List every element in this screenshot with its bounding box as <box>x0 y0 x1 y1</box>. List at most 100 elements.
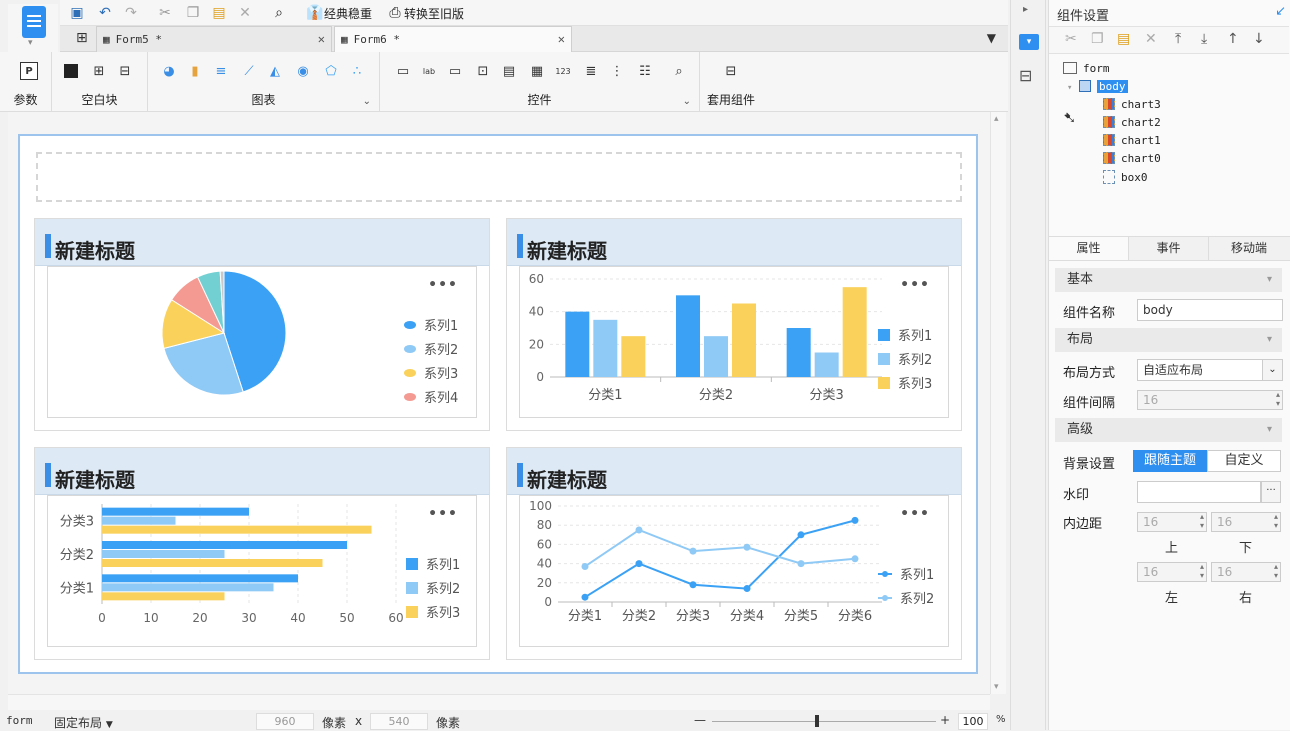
close-icon[interactable]: ✕ <box>558 32 565 46</box>
close-icon[interactable]: ✕ <box>1145 31 1157 47</box>
redo-button[interactable]: ↷ <box>122 3 140 23</box>
more-icon[interactable]: ••• <box>428 506 458 522</box>
chart2-panel[interactable]: 新建标题 ••• 0 10 20 30 40 50 60 分类1 分类2 分类3 系列1 系列2 系列3 <box>34 447 490 660</box>
grid-icon[interactable]: ⊞ <box>76 30 88 46</box>
tree-node-chart1[interactable]: chart1 <box>1103 134 1161 147</box>
move-top-icon[interactable]: ⤒ <box>1175 31 1181 47</box>
template-icon[interactable]: ⊟ <box>722 62 740 80</box>
watermark-input[interactable] <box>1137 481 1261 503</box>
width-input[interactable]: 960 <box>256 713 314 730</box>
advanced-section[interactable]: 高级 ▾ <box>1055 418 1282 442</box>
gap-input[interactable]: 16 <box>1137 390 1283 410</box>
number-icon[interactable]: 123 <box>554 62 572 80</box>
padding-top-input[interactable]: 16 <box>1137 512 1207 532</box>
chart1-panel[interactable]: 新建标题 ••• 0 20 40 60 分类1 分类2 分类3 系列1 系列2 系列3 <box>506 218 962 431</box>
padding-bottom-input[interactable]: 16 <box>1211 512 1281 532</box>
tab-form5[interactable]: ▦ Form5 * ✕ <box>96 26 332 52</box>
cut-button[interactable]: ✂ <box>156 3 174 23</box>
more-icon[interactable]: ··· <box>1261 481 1281 503</box>
layout-mode-select[interactable]: 自适应布局 ⌄ <box>1137 359 1283 381</box>
chart0-panel[interactable]: 新建标题 ••• 系列1 系列2 系列3 系列4 <box>34 218 490 431</box>
layout-panel-icon[interactable]: ⊟ <box>1019 66 1032 85</box>
bar-chart-icon[interactable]: ▮ <box>186 62 204 80</box>
line-chart-icon[interactable]: ⟋ <box>240 62 258 80</box>
tree-node-chart0[interactable]: chart0 <box>1103 152 1161 165</box>
radio-group-icon[interactable]: ⋮ <box>608 62 626 80</box>
undo-button[interactable]: ↶ <box>96 3 114 23</box>
chevron-down-icon[interactable]: ▾ <box>994 682 999 692</box>
paste-button[interactable]: ▤ <box>210 3 228 23</box>
padding-right-input[interactable]: 16 <box>1211 562 1281 582</box>
name-input[interactable]: body <box>1137 299 1283 321</box>
tab-menu-icon[interactable]: ▼ <box>987 31 996 45</box>
move-up-icon[interactable]: ↑ <box>1227 31 1239 47</box>
app-menu-button[interactable]: ▾ <box>8 4 58 54</box>
absolute-block-icon[interactable] <box>64 64 78 78</box>
settings-panel-icon[interactable]: ▾ <box>1019 34 1039 50</box>
gauge-chart-icon[interactable]: ◉ <box>294 62 312 80</box>
bg-custom-button[interactable]: 自定义 <box>1207 450 1281 472</box>
tree-node-chart2[interactable]: chart2 <box>1103 116 1161 129</box>
copy-button[interactable]: ❐ <box>184 3 202 23</box>
param-icon[interactable]: P <box>20 62 38 80</box>
tree-node-box0[interactable]: box0 <box>1103 170 1148 184</box>
horizontal-scrollbar[interactable] <box>8 694 990 710</box>
more-icon[interactable]: ••• <box>900 506 930 522</box>
preview-button[interactable]: ⌕ <box>270 3 288 23</box>
label-icon[interactable]: lab <box>420 62 438 80</box>
split-block-icon[interactable]: ⊞ <box>90 62 108 80</box>
textbox-icon[interactable]: ▭ <box>394 62 412 80</box>
zoom-in-button[interactable]: + <box>940 713 950 727</box>
paste-icon[interactable]: ▤ <box>1117 31 1130 47</box>
cut-icon[interactable]: ✂ <box>1065 31 1077 47</box>
zoom-input[interactable]: 100 <box>958 713 988 730</box>
save-button[interactable]: ▣ <box>68 3 86 23</box>
tree-node-chart3[interactable]: chart3 <box>1103 98 1161 111</box>
radar-chart-icon[interactable]: ⬠ <box>322 62 340 80</box>
collapse-icon[interactable]: ▸ <box>1023 4 1028 15</box>
move-down-icon[interactable]: ↓ <box>1253 31 1265 47</box>
search-icon[interactable]: ⌕ <box>670 62 688 80</box>
chevron-down-icon[interactable]: ⌄ <box>683 96 691 107</box>
zoom-slider-handle[interactable] <box>815 715 819 727</box>
hbar-chart-icon[interactable]: ≡ <box>212 62 230 80</box>
more-icon[interactable]: ••• <box>900 277 930 293</box>
checkbox-group-icon[interactable]: ☷ <box>636 62 654 80</box>
close-icon[interactable]: ✕ <box>318 32 325 46</box>
chevron-down-icon[interactable]: ⌄ <box>363 96 371 107</box>
vertical-scrollbar[interactable]: ▴ ▾ <box>990 112 1006 694</box>
tree-node-form[interactable]: form <box>1063 62 1110 75</box>
area-chart-icon[interactable]: ◭ <box>266 62 284 80</box>
basic-section[interactable]: 基本 ▾ <box>1055 268 1282 292</box>
button-icon[interactable]: ▭ <box>446 62 464 80</box>
tab-properties[interactable]: 属性 <box>1049 237 1129 260</box>
layout-section[interactable]: 布局 ▾ <box>1055 328 1282 352</box>
convert-old-button[interactable]: ⎙ 转换至旧版 <box>386 3 464 23</box>
tab-block-icon[interactable]: ⊟ <box>116 62 134 80</box>
expand-icon[interactable]: ↙ <box>1275 4 1286 19</box>
tab-events[interactable]: 事件 <box>1129 237 1209 260</box>
layout-select[interactable]: 固定布局 ▼ <box>54 714 113 731</box>
chart3-panel[interactable]: 新建标题 ••• 0 20 40 60 80 100 分类1 分类2 分类3 分类4 分类5 分类6 系… <box>506 447 962 660</box>
date-icon[interactable]: ▦ <box>528 62 546 80</box>
height-input[interactable]: 540 <box>370 713 428 730</box>
move-bottom-icon[interactable]: ⤓ <box>1201 31 1207 47</box>
delete-button[interactable]: ✕ <box>236 3 254 23</box>
form-body[interactable]: 新建标题 ••• 系列1 系列2 系列3 系列4 新建标题 ••• 0 20 40 60 分类… <box>18 134 978 674</box>
scatter-chart-icon[interactable]: ∴ <box>348 62 366 80</box>
zoom-out-button[interactable]: — <box>694 713 706 727</box>
tab-form6[interactable]: ▦ Form6 * ✕ <box>334 26 572 52</box>
more-icon[interactable]: ••• <box>428 277 458 293</box>
chevron-up-icon[interactable]: ▴ <box>994 114 999 124</box>
tree-node-body[interactable]: ▾ body <box>1067 80 1128 93</box>
copy-icon[interactable]: ❐ <box>1091 31 1104 47</box>
box0-placeholder[interactable] <box>36 152 962 202</box>
classic-theme-button[interactable]: 👔 经典稳重 <box>306 3 372 23</box>
dropdown-icon[interactable]: ⊡ <box>474 62 492 80</box>
textarea-icon[interactable]: ≣ <box>582 62 600 80</box>
padding-left-input[interactable]: 16 <box>1137 562 1207 582</box>
combo-icon[interactable]: ▤ <box>500 62 518 80</box>
zoom-slider-track[interactable] <box>712 721 936 722</box>
tab-mobile[interactable]: 移动端 <box>1209 237 1289 260</box>
bg-follow-theme-button[interactable]: 跟随主题 <box>1133 450 1207 472</box>
